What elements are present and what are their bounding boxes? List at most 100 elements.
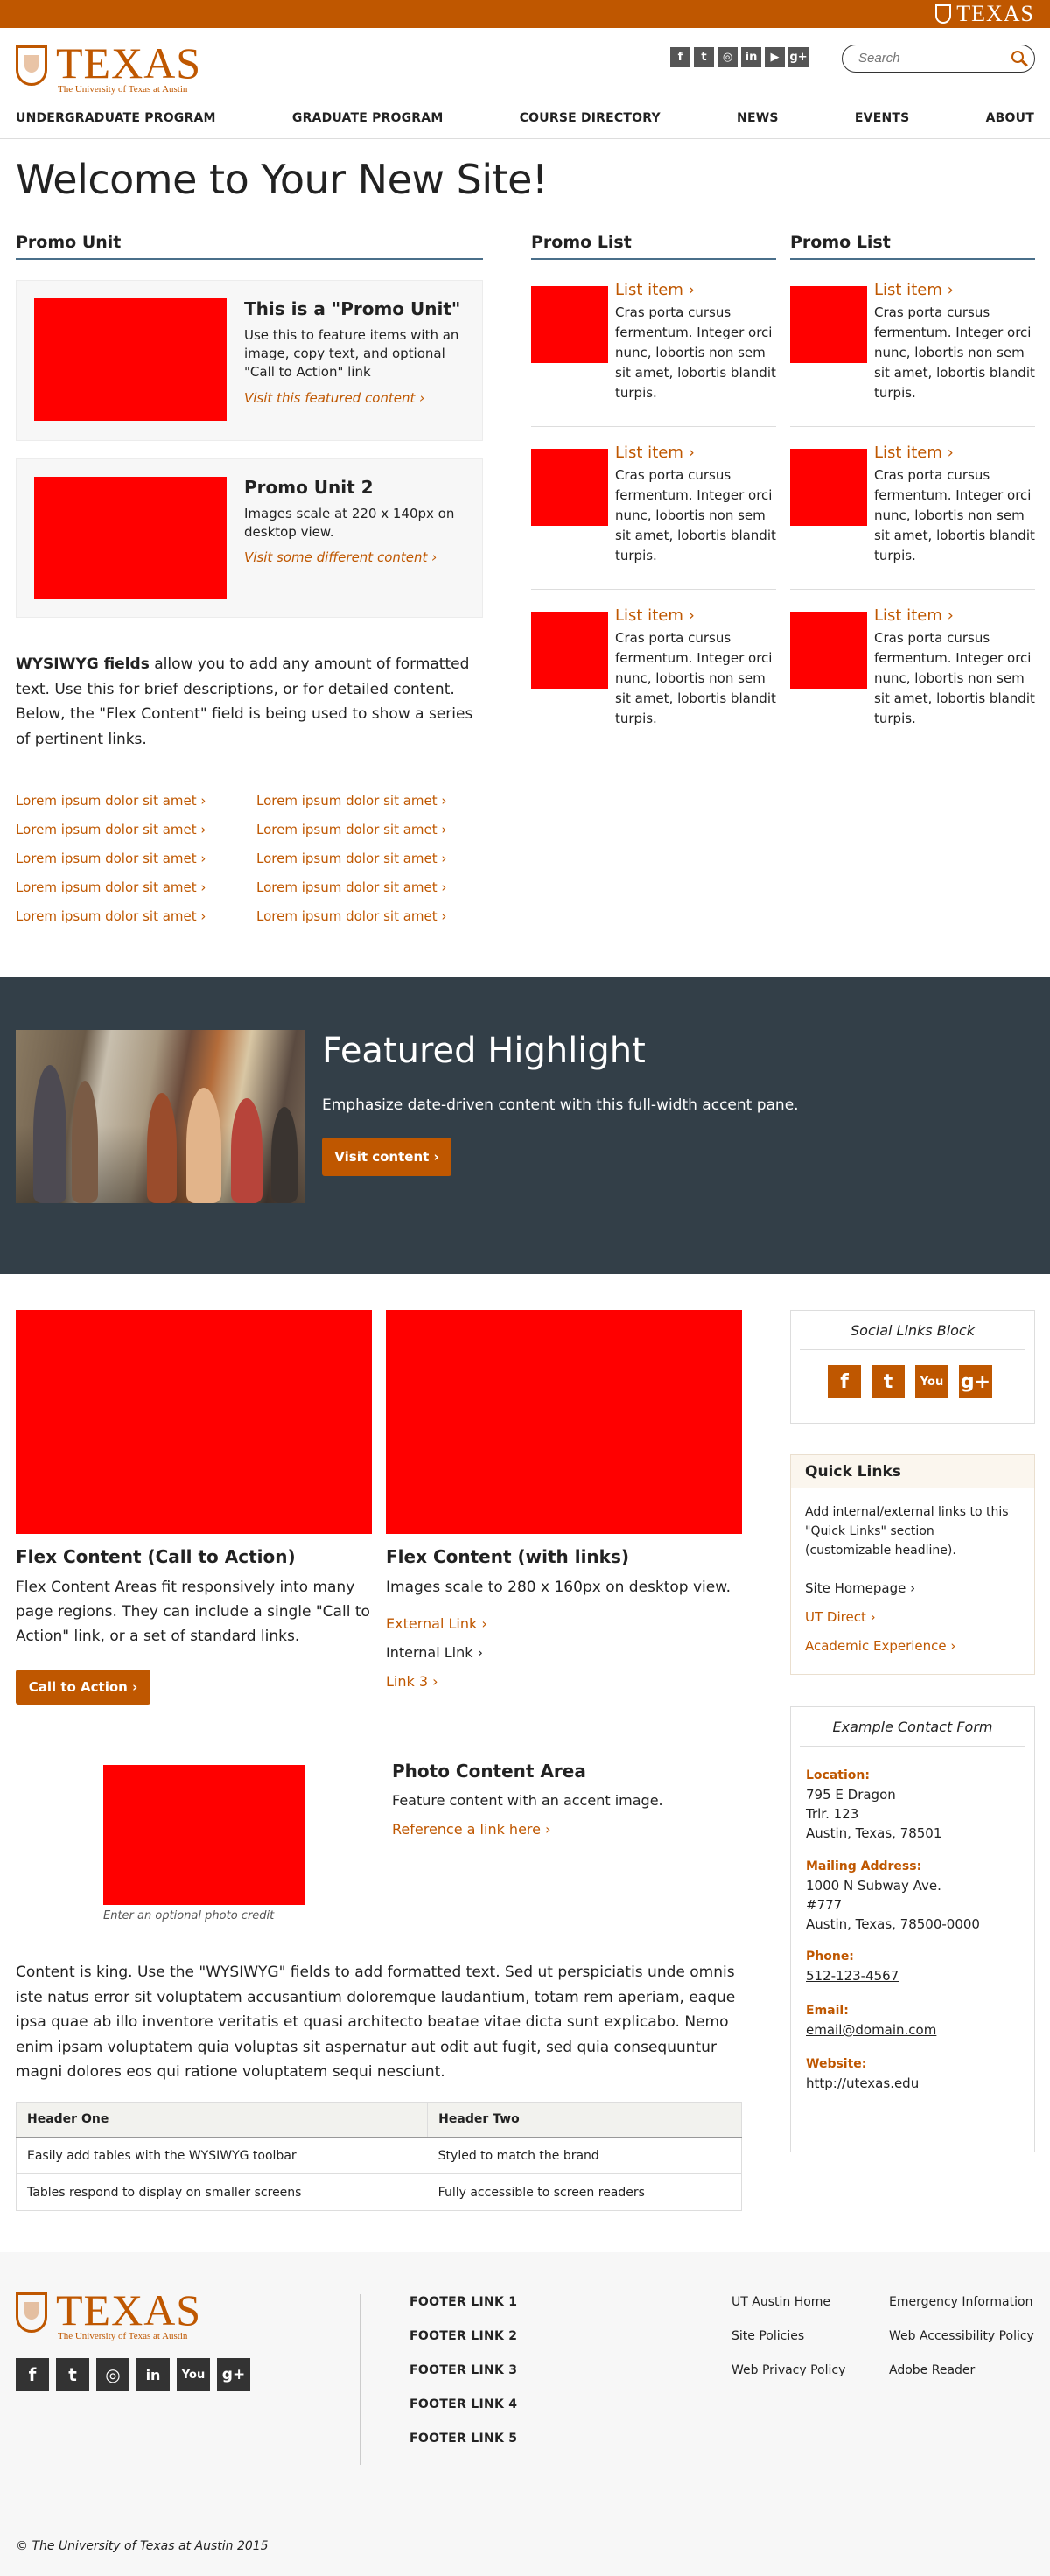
wysiwyg-text: Content is king. Use the "WYSIWYG" field… bbox=[16, 1964, 736, 2081]
promo-list-title[interactable]: List item › bbox=[874, 444, 954, 462]
footer-link-4[interactable]: FOOTER LINK 4 bbox=[410, 2398, 517, 2412]
lorem-link[interactable]: Lorem ipsum dolor sit amet › bbox=[256, 879, 446, 895]
quick-link-site-homepage[interactable]: Site Homepage › bbox=[805, 1580, 915, 1596]
external-link[interactable]: External Link › bbox=[386, 1615, 487, 1632]
email-link[interactable]: email@domain.com bbox=[806, 2020, 936, 2040]
social-icons: f t You g+ bbox=[828, 1365, 992, 1398]
flex-cta-title: Flex Content (Call to Action) bbox=[16, 1546, 296, 1567]
main-nav: UNDERGRADUATE PROGRAM GRADUATE PROGRAM C… bbox=[16, 111, 1034, 125]
copyright: © The University of Texas at Austin 2015 bbox=[16, 2539, 269, 2553]
promo-list-title[interactable]: List item › bbox=[874, 606, 954, 625]
twitter-icon[interactable]: t bbox=[56, 2358, 89, 2391]
lorem-link[interactable]: Lorem ipsum dolor sit amet › bbox=[256, 822, 446, 837]
promo-list-image[interactable] bbox=[531, 449, 608, 526]
footer-social-links: f t ◎ in You g+ bbox=[16, 2358, 250, 2391]
quick-links-title: Quick Links bbox=[791, 1455, 1034, 1488]
linkedin-icon[interactable]: in bbox=[136, 2358, 170, 2391]
quick-links-block: Quick Links Add internal/external links … bbox=[790, 1454, 1035, 1675]
promo-list-title[interactable]: List item › bbox=[615, 606, 695, 625]
nav-graduate[interactable]: GRADUATE PROGRAM bbox=[292, 111, 444, 125]
photo-content-link[interactable]: Reference a link here › bbox=[392, 1821, 550, 1838]
lorem-link[interactable]: Lorem ipsum dolor sit amet › bbox=[16, 850, 206, 866]
googleplus-icon[interactable]: g+ bbox=[788, 47, 808, 67]
footer-ut-austin-home[interactable]: UT Austin Home bbox=[732, 2295, 830, 2309]
logo-wordmark: TEXAS bbox=[56, 38, 202, 88]
footer-link-2[interactable]: FOOTER LINK 2 bbox=[410, 2329, 517, 2343]
promo-list-image[interactable] bbox=[531, 612, 608, 689]
footer-emergency-info[interactable]: Emergency Information bbox=[889, 2295, 1032, 2309]
googleplus-icon[interactable]: g+ bbox=[217, 2358, 250, 2391]
internal-link[interactable]: Internal Link › bbox=[386, 1644, 483, 1661]
nav-divider bbox=[0, 138, 1050, 139]
flex-cta-description: Flex Content Areas fit responsively into… bbox=[16, 1578, 370, 1645]
phone-link[interactable]: 512-123-4567 bbox=[806, 1966, 899, 1985]
table-header: Header One bbox=[15, 2102, 429, 2138]
promo-list-title[interactable]: List item › bbox=[615, 444, 695, 462]
youtube-icon[interactable]: ▶ bbox=[765, 47, 785, 67]
site-logo[interactable]: TEXAS The University of Texas at Austin bbox=[16, 38, 208, 94]
contact-block: Example Contact Form Location: 795 E Dra… bbox=[790, 1706, 1035, 2152]
instagram-icon[interactable]: ◎ bbox=[96, 2358, 130, 2391]
footer-link-5[interactable]: FOOTER LINK 5 bbox=[410, 2432, 517, 2446]
twitter-icon[interactable]: t bbox=[694, 47, 714, 67]
table-cell: Easily add tables with the WYSIWYG toolb… bbox=[15, 2137, 428, 2174]
nav-course-directory[interactable]: COURSE DIRECTORY bbox=[520, 111, 661, 125]
promo-list-description: Cras porta cursus fermentum. Integer orc… bbox=[874, 630, 1035, 726]
quick-link-academic-experience[interactable]: Academic Experience › bbox=[805, 1638, 956, 1654]
visit-content-button[interactable]: Visit content › bbox=[322, 1138, 452, 1176]
contact-title: Example Contact Form bbox=[832, 1718, 993, 1735]
lorem-link[interactable]: Lorem ipsum dolor sit amet › bbox=[256, 908, 446, 924]
nav-about[interactable]: ABOUT bbox=[986, 111, 1034, 125]
promo-list-image[interactable] bbox=[531, 286, 608, 363]
nav-news[interactable]: NEWS bbox=[737, 111, 779, 125]
lorem-link[interactable]: Lorem ipsum dolor sit amet › bbox=[256, 850, 446, 866]
youtube-icon[interactable]: You bbox=[177, 2358, 210, 2391]
nav-undergraduate[interactable]: UNDERGRADUATE PROGRAM bbox=[16, 111, 216, 125]
promo-list-image[interactable] bbox=[790, 286, 867, 363]
search-icon[interactable] bbox=[1012, 51, 1024, 63]
promo-list-title[interactable]: List item › bbox=[874, 281, 954, 299]
lorem-link[interactable]: Lorem ipsum dolor sit amet › bbox=[256, 793, 446, 808]
call-to-action-button[interactable]: Call to Action › bbox=[16, 1670, 150, 1704]
lorem-link[interactable]: Lorem ipsum dolor sit amet › bbox=[16, 879, 206, 895]
quick-link-ut-direct[interactable]: UT Direct › bbox=[805, 1609, 876, 1625]
search-input[interactable] bbox=[858, 51, 998, 66]
featured-photo[interactable] bbox=[16, 1030, 304, 1203]
promo-list-title[interactable]: List item › bbox=[615, 281, 695, 299]
facebook-icon[interactable]: f bbox=[670, 47, 690, 67]
flex-image[interactable] bbox=[386, 1310, 742, 1534]
promo-image[interactable] bbox=[34, 477, 227, 599]
footer-link-3[interactable]: FOOTER LINK 3 bbox=[410, 2363, 517, 2377]
link-3[interactable]: Link 3 › bbox=[386, 1673, 438, 1690]
facebook-icon[interactable]: f bbox=[16, 2358, 49, 2391]
promo-list-image[interactable] bbox=[790, 612, 867, 689]
footer-logo[interactable]: TEXAS The University of Texas at Austin bbox=[16, 2286, 208, 2342]
top-wordmark[interactable]: TEXAS bbox=[935, 2, 1034, 26]
googleplus-icon[interactable]: g+ bbox=[959, 1365, 992, 1398]
wysiwyg-text: WYSIWYG fields allow you to add any amou… bbox=[16, 652, 483, 752]
divider bbox=[531, 426, 776, 427]
nav-events[interactable]: EVENTS bbox=[855, 111, 910, 125]
location-label: Location: bbox=[806, 1768, 870, 1782]
twitter-icon[interactable]: t bbox=[872, 1365, 905, 1398]
footer-site-policies[interactable]: Site Policies bbox=[732, 2329, 804, 2343]
promo-image[interactable] bbox=[34, 298, 227, 421]
footer-web-privacy[interactable]: Web Privacy Policy bbox=[732, 2363, 845, 2377]
promo-cta-link[interactable]: Visit this featured content › bbox=[244, 390, 424, 406]
lorem-link[interactable]: Lorem ipsum dolor sit amet › bbox=[16, 908, 206, 924]
lorem-link[interactable]: Lorem ipsum dolor sit amet › bbox=[16, 793, 206, 808]
website-link[interactable]: http://utexas.edu bbox=[806, 2074, 919, 2093]
footer-link-1[interactable]: FOOTER LINK 1 bbox=[410, 2295, 517, 2309]
footer-adobe-reader[interactable]: Adobe Reader bbox=[889, 2363, 975, 2377]
linkedin-icon[interactable]: in bbox=[741, 47, 761, 67]
photo-content-image[interactable] bbox=[103, 1765, 304, 1905]
promo-list-image[interactable] bbox=[790, 449, 867, 526]
instagram-icon[interactable]: ◎ bbox=[718, 47, 738, 67]
promo-cta-link[interactable]: Visit some different content › bbox=[244, 550, 437, 565]
seal-icon bbox=[16, 46, 47, 86]
flex-image[interactable] bbox=[16, 1310, 372, 1534]
facebook-icon[interactable]: f bbox=[828, 1365, 861, 1398]
lorem-link[interactable]: Lorem ipsum dolor sit amet › bbox=[16, 822, 206, 837]
youtube-icon[interactable]: You bbox=[915, 1365, 948, 1398]
footer-web-accessibility[interactable]: Web Accessibility Policy bbox=[889, 2329, 1034, 2343]
